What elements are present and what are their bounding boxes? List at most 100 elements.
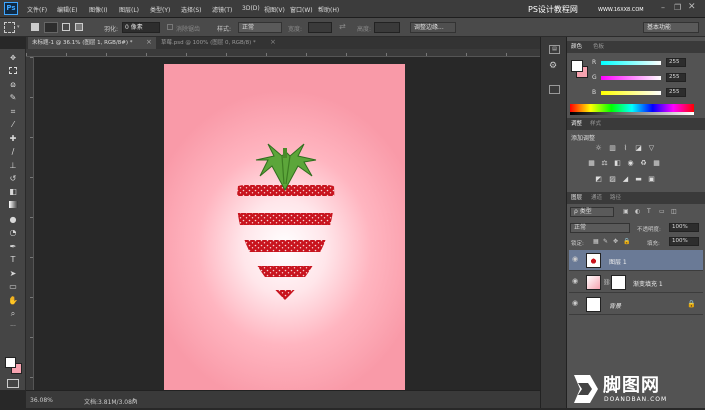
antialias-checkbox[interactable]: [167, 24, 173, 30]
channel-mixer-adjust-icon[interactable]: ♻: [639, 159, 648, 168]
close-icon[interactable]: ×: [146, 38, 152, 46]
menu-window[interactable]: 窗口(W): [290, 5, 313, 14]
lasso-tool-icon[interactable]: ɷ: [5, 79, 21, 90]
black-white-adjust-icon[interactable]: ◧: [613, 159, 622, 168]
grayscale-bar[interactable]: [570, 112, 694, 115]
invert-adjust-icon[interactable]: ◩: [594, 175, 603, 184]
swap-icon[interactable]: ⇄: [339, 22, 346, 31]
chevron-down-icon[interactable]: ▾: [17, 24, 20, 30]
layer-row-background[interactable]: ◉ 背景 🔒: [569, 294, 703, 315]
filter-pixel-icon[interactable]: ▣: [623, 208, 629, 215]
color-lookup-adjust-icon[interactable]: ▦: [652, 159, 661, 168]
menu-3d[interactable]: 3D(D): [242, 5, 260, 12]
menu-file[interactable]: 文件(F): [27, 5, 47, 14]
gradient-tool-icon[interactable]: [5, 200, 21, 211]
visibility-eye-icon[interactable]: ◉: [572, 299, 581, 308]
channel-b-value[interactable]: 255: [666, 88, 686, 97]
filter-adjust-icon[interactable]: ◐: [635, 208, 640, 215]
gradient-map-adjust-icon[interactable]: ▬: [634, 175, 643, 184]
hand-tool-icon[interactable]: ✋: [5, 295, 21, 306]
color-fg-swatch-front[interactable]: [571, 60, 583, 72]
marquee-tool-preset-icon[interactable]: [4, 22, 15, 33]
menu-edit[interactable]: 编辑(E): [57, 5, 77, 14]
intersect-selection-icon[interactable]: [75, 23, 83, 31]
clone-stamp-tool-icon[interactable]: ⊥: [5, 160, 21, 171]
menu-view[interactable]: 视图(V): [264, 5, 285, 14]
brightness-adjust-icon[interactable]: ☼: [594, 144, 603, 153]
selective-color-adjust-icon[interactable]: ▣: [647, 175, 656, 184]
subtract-selection-icon[interactable]: [62, 23, 70, 31]
layer-mask-thumbnail[interactable]: [611, 275, 626, 290]
restore-button[interactable]: ❐: [674, 3, 681, 12]
width-input[interactable]: [308, 22, 332, 33]
height-input[interactable]: [374, 22, 400, 33]
add-selection-icon[interactable]: [44, 22, 58, 33]
layer-name[interactable]: 渐变填充 1: [633, 279, 663, 288]
tab-layers[interactable]: 图层: [571, 193, 582, 203]
menu-filter[interactable]: 滤镜(T): [212, 5, 232, 14]
lock-all-icon[interactable]: 🔒: [623, 238, 630, 245]
eraser-tool-icon[interactable]: ◧: [5, 186, 21, 197]
minimize-button[interactable]: –: [661, 3, 665, 12]
menu-image[interactable]: 图像(I): [89, 5, 107, 14]
blend-mode-select[interactable]: 正常: [570, 223, 630, 233]
new-selection-icon[interactable]: [31, 23, 39, 31]
more-tools-icon[interactable]: ···: [5, 321, 21, 332]
crop-tool-icon[interactable]: ⌗: [5, 106, 21, 117]
healing-brush-tool-icon[interactable]: ✚: [5, 133, 21, 144]
tab-paths[interactable]: 路径: [610, 193, 621, 203]
quick-mask-icon[interactable]: [7, 379, 19, 388]
layer-filter-select[interactable]: ρ 类型: [570, 207, 614, 217]
opacity-input[interactable]: 100%: [669, 223, 699, 232]
path-select-tool-icon[interactable]: ➤: [5, 268, 21, 279]
properties-icon[interactable]: ⚙: [549, 61, 557, 71]
layer-name[interactable]: 背景: [609, 301, 621, 310]
tab-strawberry[interactable]: 草莓.psd @ 100% (图层 0, RGB/8) *: [157, 37, 281, 49]
status-arrow-icon[interactable]: ▸: [133, 396, 136, 403]
color-balance-adjust-icon[interactable]: ⚖: [600, 159, 609, 168]
pen-tool-icon[interactable]: ✒: [5, 241, 21, 252]
tab-untitled[interactable]: 未标题-1 @ 36.1% (图层 1, RGB/8#) *: [28, 37, 156, 49]
zoom-tool-icon[interactable]: ⌕: [5, 308, 21, 319]
refine-edge-button[interactable]: 调整边缘...: [410, 22, 456, 33]
link-icon[interactable]: ⛓: [603, 279, 611, 286]
tab-adjustments[interactable]: 调整: [571, 119, 582, 129]
marquee-tool-icon[interactable]: [5, 66, 21, 77]
levels-adjust-icon[interactable]: ▥: [608, 144, 617, 153]
lock-transparent-icon[interactable]: ▦: [593, 238, 599, 245]
zoom-level[interactable]: 36.08%: [30, 397, 53, 404]
menu-help[interactable]: 帮助(H): [318, 5, 339, 14]
color-spectrum-bar[interactable]: [570, 104, 694, 112]
close-icon[interactable]: ×: [270, 38, 276, 46]
layer-row-gradient-fill[interactable]: ◉ ⛓ 渐变填充 1: [569, 272, 703, 293]
feather-input[interactable]: 0 像素: [122, 22, 160, 33]
channel-b-slider[interactable]: [601, 91, 661, 95]
posterize-adjust-icon[interactable]: ▨: [608, 175, 617, 184]
layer-name[interactable]: 图层 1: [609, 257, 627, 266]
shape-tool-icon[interactable]: ▭: [5, 281, 21, 292]
tab-color[interactable]: 颜色: [571, 42, 582, 52]
curves-adjust-icon[interactable]: ⌇: [621, 144, 630, 153]
filter-shape-icon[interactable]: ▭: [659, 208, 665, 215]
channel-r-value[interactable]: 255: [666, 58, 686, 67]
visibility-eye-icon[interactable]: ◉: [572, 277, 581, 286]
filter-smart-icon[interactable]: ◫: [671, 208, 677, 215]
menu-type[interactable]: 类型(Y): [150, 5, 170, 14]
quick-select-tool-icon[interactable]: ✎: [5, 92, 21, 103]
channel-r-slider[interactable]: [601, 61, 661, 65]
channel-g-value[interactable]: 255: [666, 73, 686, 82]
tab-channels[interactable]: 通道: [591, 193, 602, 203]
hue-adjust-icon[interactable]: ▦: [587, 159, 596, 168]
menu-select[interactable]: 选择(S): [181, 5, 202, 14]
foreground-color-swatch-top[interactable]: [5, 357, 16, 368]
exposure-adjust-icon[interactable]: ◪: [634, 144, 643, 153]
history-icon[interactable]: ▤: [549, 45, 560, 54]
fill-input[interactable]: 100%: [669, 237, 699, 246]
threshold-adjust-icon[interactable]: ◢: [621, 175, 630, 184]
close-button[interactable]: ✕: [688, 2, 696, 12]
move-tool-icon[interactable]: ✥: [5, 53, 21, 64]
layer-row-layer1[interactable]: ◉ 图层 1: [569, 250, 703, 271]
dodge-tool-icon[interactable]: ◔: [5, 227, 21, 238]
channel-g-slider[interactable]: [601, 76, 661, 80]
tab-swatches[interactable]: 色板: [593, 42, 604, 52]
